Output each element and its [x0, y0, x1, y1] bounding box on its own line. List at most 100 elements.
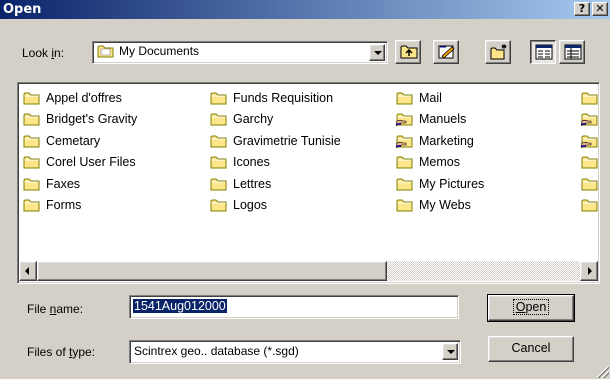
- folder-icon: [23, 155, 41, 169]
- list-item[interactable]: [581, 173, 599, 195]
- folder-icon: [581, 198, 599, 212]
- folder-icon: [210, 91, 228, 105]
- create-new-folder-button[interactable]: [485, 40, 511, 64]
- list-item[interactable]: Gravimetrie Tunisie: [210, 130, 341, 152]
- list-item-label: Mail: [419, 90, 442, 105]
- list-view-icon: [535, 44, 553, 60]
- file-type-dropdown[interactable]: Scintrex geo.. database (*.sgd): [129, 340, 461, 364]
- folder-icon: [210, 112, 228, 126]
- list-item-label: Garchy: [233, 112, 274, 127]
- folder-icon: [23, 177, 41, 191]
- list-item-label: Logos: [233, 198, 268, 213]
- list-item-label: Funds Requisition: [233, 90, 334, 105]
- horizontal-scrollbar[interactable]: [19, 261, 598, 281]
- list-item[interactable]: My Pictures: [396, 173, 484, 195]
- list-item[interactable]: Funds Requisition: [210, 87, 341, 109]
- look-in-dropdown-button[interactable]: [369, 44, 385, 61]
- folder-icon: [396, 155, 414, 169]
- list-item[interactable]: [581, 109, 599, 131]
- list-item[interactable]: [581, 152, 599, 174]
- folder-icon: [23, 112, 41, 126]
- close-icon: ✕: [595, 2, 605, 15]
- list-item[interactable]: Bridget's Gravity: [23, 109, 137, 131]
- folder-icon: [210, 198, 228, 212]
- look-in-value: My Documents: [119, 44, 200, 58]
- my-documents-folder-icon: [97, 45, 114, 58]
- folder-icon: [581, 177, 599, 191]
- look-in-dropdown[interactable]: My Documents: [92, 41, 388, 64]
- shared-folder-icon: [581, 134, 599, 148]
- file-name-value: 1541Aug012000: [133, 299, 227, 313]
- cancel-button[interactable]: Cancel: [488, 336, 574, 362]
- view-desktop-button[interactable]: [433, 40, 459, 64]
- list-item-label: Forms: [46, 198, 82, 213]
- shared-folder-icon: [581, 112, 599, 127]
- scroll-right-button[interactable]: [580, 261, 598, 281]
- shared-folder-icon: [396, 112, 414, 127]
- list-item[interactable]: Mail: [396, 87, 484, 109]
- list-item-label: My Pictures: [419, 176, 485, 191]
- folder-icon: [210, 134, 228, 148]
- list-item-label: Corel User Files: [46, 155, 136, 170]
- up-one-level-button[interactable]: [395, 40, 421, 64]
- file-type-label: Files of type:: [27, 345, 96, 359]
- folder-icon: [581, 91, 599, 105]
- list-item[interactable]: Faxes: [23, 173, 137, 195]
- list-item[interactable]: Lettres: [210, 173, 341, 195]
- list-item-label: Faxes: [46, 176, 81, 191]
- file-list-column-3: Mail Manuels Marketing Memos My Pictures My W…: [396, 87, 484, 216]
- list-item[interactable]: Icones: [210, 152, 341, 174]
- open-button[interactable]: Open: [487, 294, 575, 322]
- list-item[interactable]: [581, 87, 599, 109]
- list-item[interactable]: Marketing: [396, 130, 484, 152]
- file-list-column-4: [581, 87, 599, 217]
- pencil-desk-icon: [438, 45, 455, 59]
- folder-icon: [23, 134, 41, 148]
- close-button[interactable]: ✕: [592, 2, 608, 16]
- list-item[interactable]: Logos: [210, 195, 341, 217]
- list-item[interactable]: Corel User Files: [23, 152, 137, 174]
- look-in-label: Look in:: [22, 46, 65, 60]
- list-item-label: Bridget's Gravity: [46, 112, 138, 127]
- list-item-label: Memos: [419, 155, 460, 170]
- list-item-label: Appel d'offres: [46, 90, 122, 105]
- file-type-value: Scintrex geo.. database (*.sgd): [134, 344, 299, 358]
- help-button[interactable]: ?: [574, 2, 590, 16]
- folder-up-icon: [400, 45, 418, 59]
- file-list-column-2: Funds Requisition Garchy Gravimetrie Tunis…: [210, 87, 341, 216]
- list-item-label: My Webs: [419, 198, 471, 213]
- scrollbar-thumb[interactable]: [37, 261, 387, 281]
- list-item-label: Lettres: [233, 176, 272, 191]
- details-view-button[interactable]: [559, 40, 585, 64]
- folder-icon: [210, 155, 228, 169]
- folder-icon: [396, 198, 414, 212]
- list-item[interactable]: My Webs: [396, 195, 484, 217]
- list-item-label: Cemetary: [46, 133, 101, 148]
- list-item[interactable]: Garchy: [210, 109, 341, 131]
- list-item[interactable]: [581, 130, 599, 152]
- shared-folder-icon: [396, 134, 414, 148]
- list-item[interactable]: Cemetary: [23, 130, 137, 152]
- list-item-label: Gravimetrie Tunisie: [233, 133, 341, 148]
- list-view-button[interactable]: [530, 40, 556, 64]
- scroll-left-button[interactable]: [19, 261, 37, 281]
- list-item-label: Manuels: [419, 112, 467, 127]
- folder-icon: [210, 177, 228, 191]
- folder-icon: [396, 177, 414, 191]
- list-item[interactable]: Memos: [396, 152, 484, 174]
- file-list[interactable]: Appel d'offres Bridget's Gravity Cemetary C…: [17, 82, 600, 284]
- details-view-icon: [564, 44, 582, 60]
- file-name-input[interactable]: 1541Aug012000: [129, 295, 459, 319]
- list-item[interactable]: Forms: [23, 195, 137, 217]
- resize-grip[interactable]: [597, 366, 609, 378]
- file-list-column-1: Appel d'offres Bridget's Gravity Cemetary C…: [23, 87, 137, 216]
- folder-icon: [23, 198, 41, 212]
- title-bar[interactable]: Open ? ✕: [0, 0, 610, 19]
- folder-icon: [581, 155, 599, 169]
- file-type-dropdown-button[interactable]: [442, 343, 458, 360]
- new-folder-icon: [490, 44, 507, 60]
- list-item[interactable]: [581, 195, 599, 217]
- list-item[interactable]: Appel d'offres: [23, 87, 137, 109]
- list-item-label: Marketing: [419, 133, 474, 148]
- list-item[interactable]: Manuels: [396, 109, 484, 131]
